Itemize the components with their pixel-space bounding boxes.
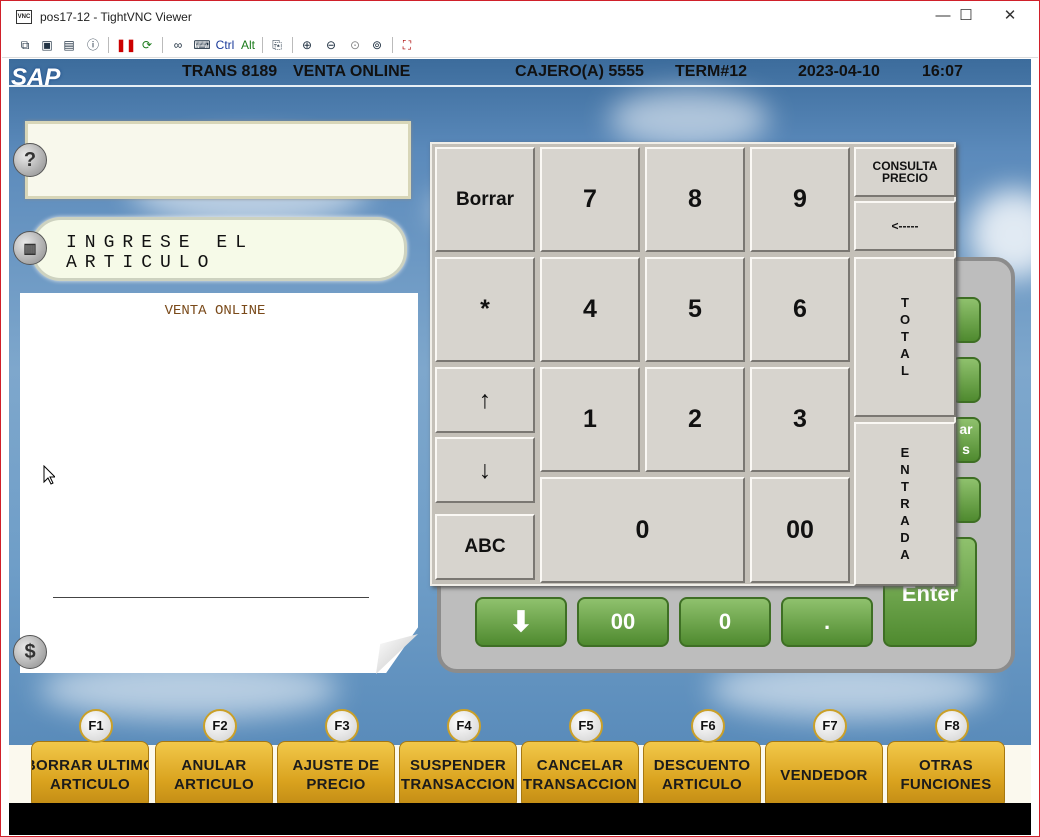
fullscreen-icon[interactable]: ⛶ bbox=[398, 36, 416, 54]
money-icon[interactable]: $ bbox=[13, 635, 47, 669]
title-bar: VNC pos17-12 - TightVNC Viewer — ☐ ✕ bbox=[2, 2, 1038, 32]
vnc-app-icon: VNC bbox=[16, 10, 32, 24]
entrada-label: ENTRADA bbox=[897, 444, 913, 564]
maximize-button[interactable]: ☐ bbox=[943, 5, 989, 29]
key-7[interactable]: 7 bbox=[540, 147, 640, 252]
numeric-keypad: Borrar 7 8 9 CONSULTA PRECIO <----- * 4 … bbox=[430, 142, 956, 586]
function-button-f4[interactable]: SUSPENDER TRANSACCION bbox=[399, 741, 517, 809]
clipboard-icon[interactable]: ⎘ bbox=[268, 36, 286, 54]
function-key-badge-f6: F6 bbox=[691, 709, 725, 743]
function-key-badge-f7: F7 bbox=[813, 709, 847, 743]
function-key-badge-f4: F4 bbox=[447, 709, 481, 743]
alt-key-button[interactable]: Alt bbox=[238, 36, 258, 54]
bg-partial-label-2: s bbox=[962, 441, 970, 457]
zoom-out-icon[interactable]: ⊖ bbox=[322, 36, 340, 54]
function-key-bar: BORRAR ULTIMO ARTICULOF1ANULAR ARTICULOF… bbox=[9, 709, 1031, 809]
cashier-id: CAJERO(A) 5555 bbox=[515, 63, 644, 80]
zoom-fit-icon[interactable]: ⊚ bbox=[368, 36, 386, 54]
backspace-button[interactable]: <----- bbox=[854, 201, 956, 251]
vnc-toolbar: ⧉ ▣ ▤ ⓘ ❚❚ ⟳ ∞ ⌨ Ctrl Alt ⎘ ⊕ ⊖ ⊙ ⊚ ⛶ bbox=[2, 32, 1038, 58]
function-key-badge-f8: F8 bbox=[935, 709, 969, 743]
key-1[interactable]: 1 bbox=[540, 367, 640, 472]
arrow-down-button[interactable]: ↓ bbox=[435, 437, 535, 503]
time-display: 16:07 bbox=[922, 63, 963, 80]
prompt-text: INGRESE EL ARTICULO bbox=[66, 233, 255, 273]
function-button-f3[interactable]: AJUSTE DE PRECIO bbox=[277, 741, 395, 809]
bg-partial-label-1: ar bbox=[959, 421, 973, 437]
function-key-badge-f2: F2 bbox=[203, 709, 237, 743]
key-3[interactable]: 3 bbox=[750, 367, 850, 472]
function-button-f7[interactable]: VENDEDOR bbox=[765, 741, 883, 809]
mouse-cursor-icon bbox=[43, 465, 55, 485]
entrada-button[interactable]: ENTRADA bbox=[854, 422, 956, 586]
key-2[interactable]: 2 bbox=[645, 367, 745, 472]
key-4[interactable]: 4 bbox=[540, 257, 640, 362]
receipt-panel: VENTA ONLINE bbox=[20, 293, 418, 673]
barcode-icon[interactable]: ▥ bbox=[13, 231, 47, 265]
function-button-f2[interactable]: ANULAR ARTICULO bbox=[155, 741, 273, 809]
new-connection-icon[interactable]: ⧉ bbox=[16, 36, 34, 54]
terminal-id: TERM#12 bbox=[675, 63, 748, 80]
pos-screen: SAP TRANS 8189 VENTA ONLINE CAJERO(A) 55… bbox=[9, 59, 1031, 835]
clear-button[interactable]: Borrar bbox=[435, 147, 535, 252]
function-key-badge-f1: F1 bbox=[79, 709, 113, 743]
pause-icon[interactable]: ❚❚ bbox=[116, 36, 136, 54]
bg-down-button[interactable]: ⬇ bbox=[475, 597, 567, 647]
abc-button[interactable]: ABC bbox=[435, 514, 535, 580]
trans-number: TRANS 8189 bbox=[182, 63, 278, 80]
function-button-f8[interactable]: OTRAS FUNCIONES bbox=[887, 741, 1005, 809]
key-9[interactable]: 9 bbox=[750, 147, 850, 252]
receipt-title: VENTA ONLINE bbox=[164, 303, 266, 319]
info-icon[interactable]: ⓘ bbox=[84, 36, 102, 54]
bg-zero-button[interactable]: 0 bbox=[679, 597, 771, 647]
key-6[interactable]: 6 bbox=[750, 257, 850, 362]
bg-double-zero-button[interactable]: 00 bbox=[577, 597, 669, 647]
sap-logo: SAP bbox=[11, 64, 61, 91]
key-0[interactable]: 0 bbox=[540, 477, 745, 583]
save-icon[interactable]: ▣ bbox=[38, 36, 56, 54]
message-box bbox=[25, 121, 411, 199]
chat-icon[interactable]: ∞ bbox=[168, 36, 188, 54]
function-button-f6[interactable]: DESCUENTO ARTICULO bbox=[643, 741, 761, 809]
zoom-in-icon[interactable]: ⊕ bbox=[298, 36, 316, 54]
window-title: pos17-12 - TightVNC Viewer bbox=[40, 10, 192, 24]
options-icon[interactable]: ▤ bbox=[60, 36, 78, 54]
price-check-button[interactable]: CONSULTA PRECIO bbox=[854, 147, 956, 197]
bottom-black-bar bbox=[9, 803, 1031, 835]
function-key-badge-f5: F5 bbox=[569, 709, 603, 743]
ctrl-key-button[interactable]: Ctrl bbox=[214, 36, 236, 54]
sale-mode: VENTA ONLINE bbox=[293, 63, 411, 80]
close-button[interactable]: ✕ bbox=[987, 5, 1033, 29]
key-double-zero[interactable]: 00 bbox=[750, 477, 850, 583]
refresh-icon[interactable]: ⟳ bbox=[138, 36, 156, 54]
total-label: TOTAL bbox=[897, 294, 913, 380]
key-5[interactable]: 5 bbox=[645, 257, 745, 362]
ctrl-alt-del-icon[interactable]: ⌨ bbox=[192, 36, 212, 54]
item-prompt: INGRESE EL ARTICULO bbox=[31, 217, 407, 281]
help-icon[interactable]: ? bbox=[13, 143, 47, 177]
total-button[interactable]: TOTAL bbox=[854, 257, 956, 417]
bg-dot-button[interactable]: . bbox=[781, 597, 873, 647]
function-button-f5[interactable]: CANCELAR TRANSACCION bbox=[521, 741, 639, 809]
vnc-window: VNC pos17-12 - TightVNC Viewer — ☐ ✕ ⧉ ▣… bbox=[0, 0, 1040, 837]
zoom-100-icon[interactable]: ⊙ bbox=[346, 36, 364, 54]
receipt-total-line bbox=[53, 597, 369, 598]
key-8[interactable]: 8 bbox=[645, 147, 745, 252]
arrow-up-button[interactable]: ↑ bbox=[435, 367, 535, 433]
function-button-f1[interactable]: BORRAR ULTIMO ARTICULO bbox=[31, 741, 149, 809]
function-key-badge-f3: F3 bbox=[325, 709, 359, 743]
date-display: 2023-04-10 bbox=[798, 63, 880, 80]
multiply-button[interactable]: * bbox=[435, 257, 535, 362]
